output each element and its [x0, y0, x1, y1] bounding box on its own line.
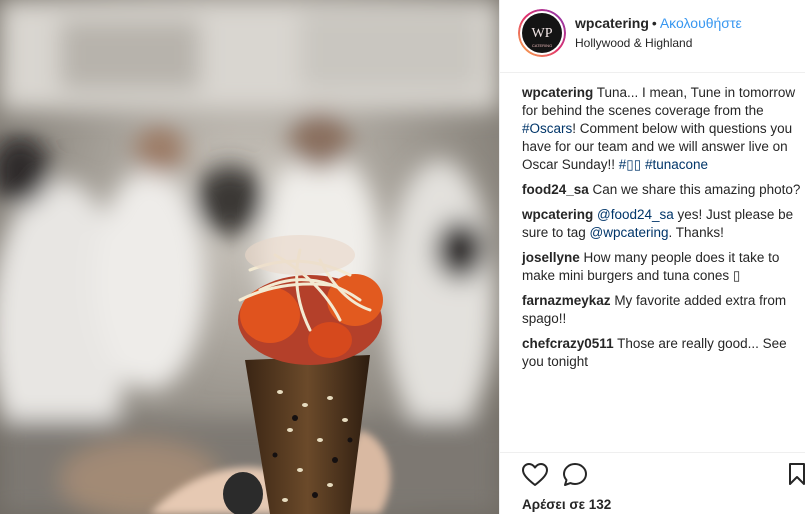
hashtag-tunacone[interactable]: #tunacone	[645, 157, 708, 172]
post-header: WP CATERING wpcatering • Ακολουθήστε Holly…	[500, 0, 805, 73]
hashtag-oscars[interactable]: #Oscars	[522, 121, 572, 136]
caption: wpcatering Tuna... I mean, Tune in tomor…	[522, 84, 804, 174]
caption-username[interactable]: wpcatering	[522, 85, 593, 100]
post-location[interactable]: Hollywood & Highland	[575, 36, 692, 50]
likes-count[interactable]: Αρέσει σε 132	[522, 497, 611, 512]
instagram-post-view: WP CATERING wpcatering • Ακολουθήστε Holly…	[0, 0, 805, 514]
avatar[interactable]: WP CATERING	[518, 9, 566, 57]
comment-username[interactable]: wpcatering	[522, 207, 593, 222]
post-side-panel: WP CATERING wpcatering • Ακολουθήστε Holly…	[499, 0, 805, 514]
comment-item: josellyne How many people does it take t…	[522, 249, 804, 285]
bookmark-icon[interactable]	[788, 462, 805, 486]
comment-item: farnazmeykaz My favorite added extra fro…	[522, 292, 804, 328]
comment-item: wpcatering @food24_sa yes! Just please b…	[522, 206, 804, 242]
avatar-logo-subtext: CATERING	[532, 43, 552, 48]
separator-dot: •	[651, 15, 657, 31]
post-actions: Αρέσει σε 132	[500, 452, 805, 515]
comment-username[interactable]: farnazmeykaz	[522, 293, 611, 308]
username-row: wpcatering • Ακολουθήστε	[575, 15, 742, 31]
follow-button[interactable]: Ακολουθήστε	[660, 15, 742, 31]
comment-bubble-icon[interactable]	[562, 462, 588, 488]
tuna-cone-photo	[0, 0, 499, 514]
comment-item: chefcrazy0511 Those are really good... S…	[522, 335, 804, 371]
comment-username[interactable]: food24_sa	[522, 182, 589, 197]
comment-item: food24_sa Can we share this amazing phot…	[522, 181, 804, 199]
comment-username[interactable]: chefcrazy0511	[522, 336, 614, 351]
comment-text: . Thanks!	[668, 225, 724, 240]
post-photo[interactable]	[0, 0, 499, 514]
comment-text: Can we share this amazing photo?	[588, 182, 801, 197]
mention-link[interactable]: @wpcatering	[590, 225, 669, 240]
comments-list: wpcatering Tuna... I mean, Tune in tomor…	[522, 84, 804, 378]
post-username[interactable]: wpcatering	[575, 15, 649, 31]
comment-username[interactable]: josellyne	[522, 250, 580, 265]
mention-link[interactable]: @food24_sa	[597, 207, 674, 222]
heart-icon[interactable]	[522, 463, 548, 487]
avatar-logo-letters: WP	[532, 26, 553, 41]
hashtag-emoji[interactable]: #▯▯	[619, 157, 641, 172]
